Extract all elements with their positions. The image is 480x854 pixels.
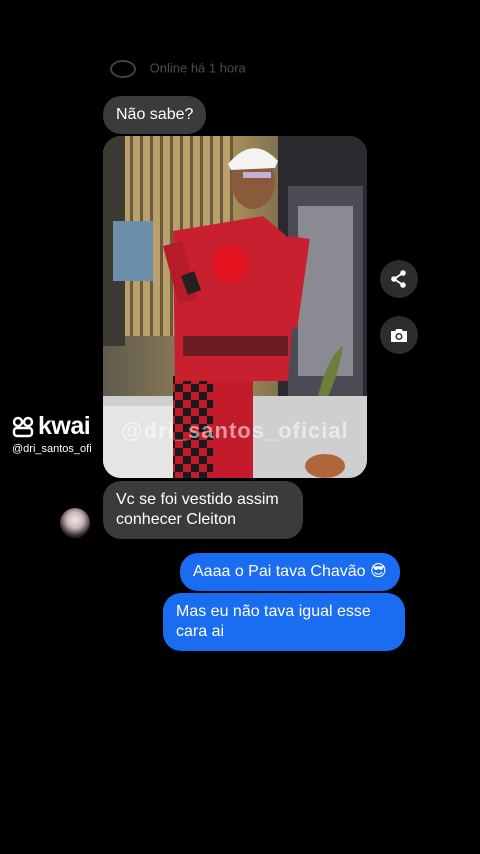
avatar-mini: [110, 60, 136, 78]
chat-status: Online há 1 hora: [110, 60, 246, 78]
kwai-watermark: kwai @dri_santos_ofi: [12, 412, 92, 455]
message-text: Mas eu não tava igual esse cara ai: [176, 603, 371, 640]
message-text: Não sabe?: [116, 106, 194, 123]
incoming-message[interactable]: Não sabe?: [103, 96, 207, 134]
kwai-username: @dri_santos_ofi: [12, 443, 92, 455]
share-button[interactable]: [380, 260, 418, 298]
message-text: Vc se foi vestido assim conhecer Cleiton: [116, 491, 279, 528]
kwai-logo-icon: [12, 416, 34, 437]
camera-icon: [391, 329, 407, 342]
outgoing-message[interactable]: Aaaa o Pai tava Chavão 😎: [180, 553, 400, 591]
photo-message[interactable]: @dri_santos_oficial: [103, 136, 367, 478]
message-text: Aaaa o Pai tava Chavão 😎: [193, 563, 387, 580]
outgoing-message[interactable]: Mas eu não tava igual esse cara ai: [163, 593, 405, 651]
camera-button[interactable]: [380, 316, 418, 354]
kwai-brand-text: kwai: [38, 412, 91, 440]
status-text: Online há 1 hora: [149, 60, 246, 76]
share-icon: [391, 270, 406, 288]
avatar[interactable]: [60, 508, 90, 538]
photo-watermark: @dri_santos_oficial: [121, 418, 349, 443]
incoming-message[interactable]: Vc se foi vestido assim conhecer Cleiton: [103, 481, 303, 539]
